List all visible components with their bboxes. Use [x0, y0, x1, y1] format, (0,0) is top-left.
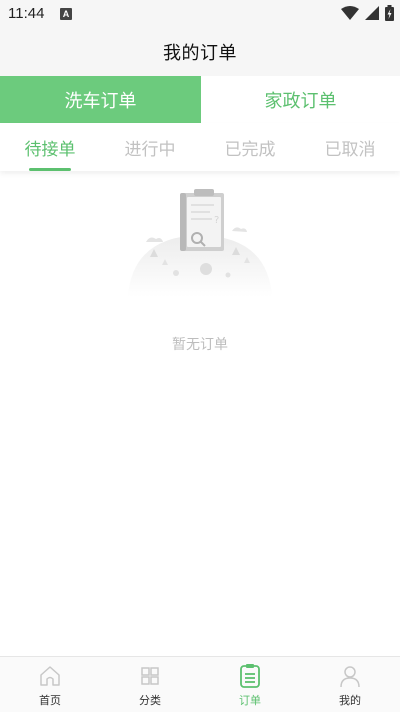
tab-cancelled[interactable]: 已取消: [300, 123, 400, 171]
notification-icon: A: [60, 8, 72, 20]
active-tab-indicator: [29, 168, 71, 171]
tab-label: 已取消: [324, 139, 376, 160]
tab-completed[interactable]: 已完成: [200, 123, 300, 171]
tab-label: 洗车订单: [64, 90, 137, 112]
tab-pending[interactable]: 待接单: [0, 123, 100, 171]
tab-housekeeping-orders[interactable]: 家政订单: [201, 76, 400, 123]
tab-label: 进行中: [124, 139, 176, 160]
status-bar: 11:44 A: [0, 0, 400, 28]
nav-label: 首页: [39, 694, 61, 707]
page-title: 我的订单: [163, 43, 237, 64]
status-icons: [341, 5, 394, 21]
nav-home[interactable]: 首页: [0, 657, 100, 712]
bottom-navigation: 首页 分类 订单 我的: [0, 656, 400, 712]
home-icon: [37, 663, 63, 689]
nav-label: 我的: [339, 694, 361, 707]
grid-icon: [137, 663, 163, 689]
nav-label: 分类: [139, 694, 161, 707]
nav-label: 订单: [239, 694, 261, 707]
nav-profile[interactable]: 我的: [300, 657, 400, 712]
tab-label: 家政订单: [264, 90, 337, 112]
title-bar: 我的订单: [0, 28, 400, 76]
empty-state-message: 暂无订单: [172, 337, 228, 353]
service-tabs: 洗车订单 家政订单: [0, 76, 400, 123]
tab-in-progress[interactable]: 进行中: [100, 123, 200, 171]
nav-orders[interactable]: 订单: [200, 657, 300, 712]
tab-label: 已完成: [224, 139, 276, 160]
nav-category[interactable]: 分类: [100, 657, 200, 712]
wifi-icon: [341, 6, 359, 20]
tab-car-wash-orders[interactable]: 洗车订单: [0, 76, 201, 123]
svg-text:?: ?: [214, 215, 219, 226]
battery-icon: [385, 5, 394, 21]
order-list-icon: [237, 663, 263, 689]
order-status-tabs: 待接单 进行中 已完成 已取消: [0, 123, 400, 171]
user-icon: [337, 663, 363, 689]
tab-label: 待接单: [24, 139, 76, 160]
status-time: 11:44: [8, 5, 45, 22]
signal-icon: [365, 6, 379, 20]
clipboard-search-icon: ?: [128, 189, 272, 297]
